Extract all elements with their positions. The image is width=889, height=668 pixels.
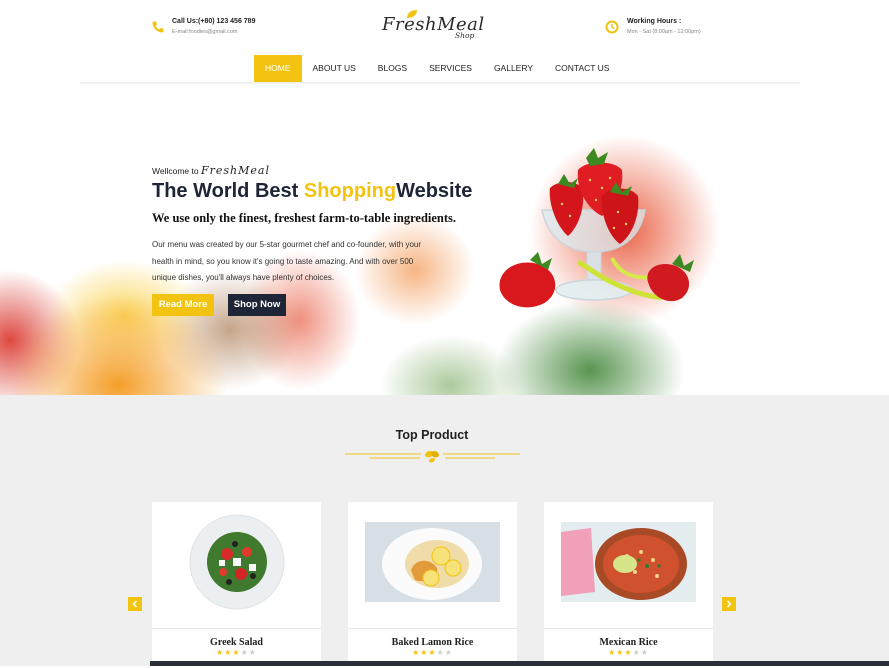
hero-paragraph: Our menu was created by our 5-star gourm… [152,240,422,282]
hero-welcome: Wellcome to FreshMeal [152,164,270,177]
hero-welcome-prefix: Wellcome to [152,166,199,176]
card-divider [348,628,517,629]
hero-title: The World Best ShoppingWebsite [152,180,472,203]
star-empty-icon: ★ [632,648,641,657]
nav-home[interactable]: HOME [254,55,302,82]
nav-services[interactable]: SERVICES [418,55,483,82]
chevron-right-icon [726,600,732,608]
mexican-rice-image [561,522,696,602]
logo[interactable]: FreshMeal Shop [380,9,484,43]
bottom-bar [150,661,889,666]
section-divider [345,450,520,464]
star-empty-icon: ★ [444,648,453,657]
card-divider [544,628,713,629]
product-name[interactable]: Greek Salad [152,637,321,648]
hero-title-highlight: Shopping [303,180,397,202]
product-name[interactable]: Mexican Rice [544,637,713,648]
product-name[interactable]: Baked Lamon Rice [348,637,517,648]
email-text[interactable]: E-mail:foodies@gmail.com [172,29,238,35]
star-empty-icon: ★ [248,648,257,657]
hero-subtitle: We use only the finest, freshest farm-to… [152,211,457,225]
star-icon: ★ [428,648,437,657]
star-icon: ★ [412,648,421,657]
star-icon: ★ [624,648,633,657]
product-rating: ★★★★★ [348,648,517,657]
card-divider [152,628,321,629]
clock-icon [605,20,619,34]
strawberry-dessert-image [499,148,694,308]
carousel-prev-button[interactable] [128,597,142,611]
nav-contact-us[interactable]: CONTACT US [544,55,620,82]
main-nav: HOME ABOUT US BLOGS SERVICES GALLERY CON… [254,55,620,82]
product-rating: ★★★★★ [544,648,713,657]
product-card[interactable]: Mexican Rice ★★★★★ [544,502,713,668]
star-empty-icon: ★ [436,648,445,657]
read-more-button[interactable]: Read More [152,294,214,316]
greek-salad-image [189,514,285,610]
product-card[interactable]: Greek Salad ★★★★★ [152,502,321,668]
hero-title-part1: The World Best [152,180,304,202]
logo-subtext: Shop [455,31,475,40]
section-title: Top Product [395,428,469,442]
baked-lamon-rice-image [365,522,500,602]
chevron-left-icon [132,600,138,608]
phone-icon [152,21,164,33]
nav-about-us[interactable]: ABOUT US [302,55,367,82]
star-icon: ★ [216,648,225,657]
star-icon: ★ [232,648,241,657]
shop-now-button[interactable]: Shop Now [228,294,286,316]
nav-blogs[interactable]: BLOGS [367,55,418,82]
star-icon: ★ [608,648,617,657]
call-us-text: Call Us:(+80) 123 456 789 [172,18,256,25]
nav-gallery[interactable]: GALLERY [483,55,544,82]
hero-welcome-brand: FreshMeal [200,164,270,177]
product-rating: ★★★★★ [152,648,321,657]
star-empty-icon: ★ [240,648,249,657]
working-hours-value: Mon - Sat (8:00am - 12:00pm) [627,29,701,35]
hero-title-part2: Website [396,180,473,202]
carousel-next-button[interactable] [722,597,736,611]
star-empty-icon: ★ [640,648,649,657]
working-hours-label: Working Hours : [627,18,682,25]
product-card[interactable]: Baked Lamon Rice ★★★★★ [348,502,517,668]
